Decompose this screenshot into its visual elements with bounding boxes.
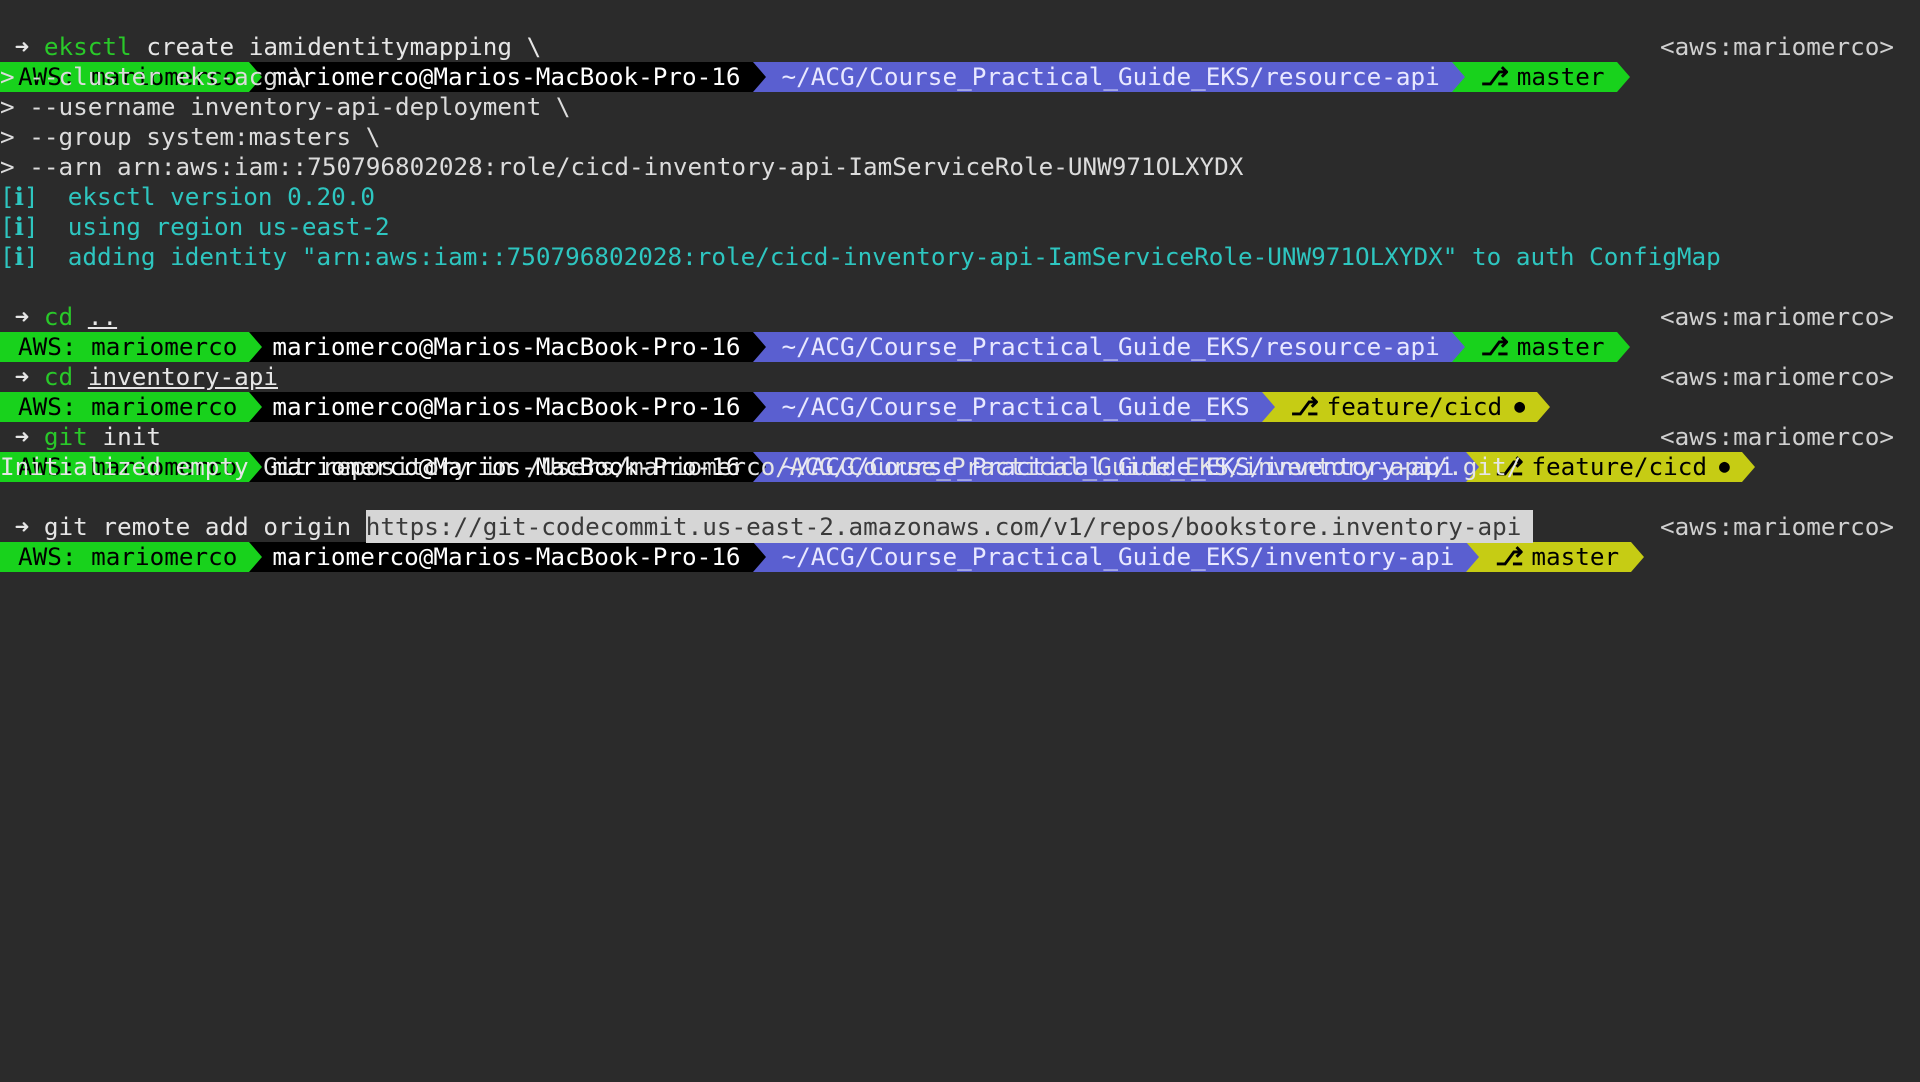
command-text: git remote add origin [43, 512, 352, 541]
info-text: adding identity "arn:aws:iam::7507968020… [67, 242, 1721, 271]
terminal-window[interactable]: AWS: mariomerco mariomerco@Marios-MacBook… [0, 0, 1920, 1082]
segment-arrow-icon [752, 542, 766, 572]
command-line: ➜ cd inventory-api <aws:mariomerco> [0, 362, 1920, 392]
prompt-arrow-icon: ➜ [14, 302, 30, 331]
info-icon: [ℹ] [0, 182, 39, 211]
command-line: ➜ eksctl create iamidentitymapping \ <aws… [0, 32, 1920, 62]
continuation-line: > --group system:masters \ [0, 122, 381, 151]
info-text: eksctl version 0.20.0 [67, 182, 375, 211]
prompt-arrow-icon: ➜ [14, 422, 30, 451]
right-prompt: <aws:mariomerco> [1659, 512, 1894, 541]
right-prompt: <aws:mariomerco> [1659, 302, 1894, 331]
command-name: cd [43, 302, 74, 331]
command-line: ➜ cd .. <aws:mariomerco> [0, 302, 1920, 332]
segment-arrow-icon [1631, 542, 1645, 572]
command-args: create iamidentitymapping \ [131, 32, 542, 61]
git-branch-icon: ⎇ [1495, 542, 1524, 571]
command-name: git [43, 422, 88, 451]
segment-arrow-icon [1466, 542, 1480, 572]
command-line: ➜ git init <aws:mariomerco> [0, 422, 1920, 452]
info-output-line: [ℹ] adding identity "arn:aws:iam::750796… [0, 242, 1920, 272]
command-name: cd [43, 362, 74, 391]
command-path-arg: .. [87, 302, 118, 331]
prompt-line: AWS: mariomerco mariomerco@Marios-MacBook… [0, 392, 1920, 482]
continuation-line: > --cluster eks-acg \ [0, 62, 308, 91]
prompt-arrow-icon: ➜ [14, 32, 30, 61]
prompt-arrow-icon: ➜ [14, 362, 30, 391]
command-path-arg: inventory-api [87, 362, 278, 391]
info-icon: [ℹ] [0, 212, 39, 241]
segment-arrow-icon [249, 542, 263, 572]
directory-segment: ~/ACG/Course_Practical_Guide_EKS/invento… [765, 542, 1467, 572]
prompt-line: AWS: mariomerco mariomerco@Marios-MacBook… [0, 332, 1920, 422]
info-output-line: [ℹ] using region us-east-2 [0, 212, 1920, 242]
continuation-line: > --username inventory-api-deployment \ [0, 92, 571, 121]
right-prompt: <aws:mariomerco> [1659, 422, 1894, 451]
command-input-line[interactable]: ➜ git remote add origin https://git-code… [0, 510, 1920, 543]
right-prompt: <aws:mariomerco> [1659, 362, 1894, 391]
git-branch-segment: ⎇ master [1479, 542, 1632, 572]
right-prompt: <aws:mariomerco> [1659, 32, 1894, 61]
prompt-line: AWS: mariomerco mariomerco@Marios-MacBook… [0, 272, 1920, 362]
prompt-arrow-icon: ➜ [14, 512, 30, 541]
command-output-line: Initialized empty Git repository in /Use… [0, 452, 1522, 481]
info-output-line: [ℹ] eksctl version 0.20.0 [0, 182, 1920, 212]
git-branch-name: master [1531, 542, 1620, 571]
prompt-line: AWS: mariomerco mariomerco@Marios-MacBook… [0, 2, 1920, 92]
command-name: eksctl [43, 32, 132, 61]
selected-url-text[interactable]: https://git-codecommit.us-east-2.amazona… [365, 510, 1534, 543]
aws-profile-segment: AWS: mariomerco [0, 542, 250, 572]
continuation-line: > --arn arn:aws:iam::750796802028:role/c… [0, 152, 1244, 181]
prompt-line: AWS: mariomerco mariomerco@Marios-MacBook… [0, 482, 1920, 572]
info-text: using region us-east-2 [67, 212, 390, 241]
info-icon: [ℹ] [0, 242, 39, 271]
command-args: init [87, 422, 161, 451]
host-segment: mariomerco@Marios-MacBook-Pro-16 [262, 542, 753, 572]
